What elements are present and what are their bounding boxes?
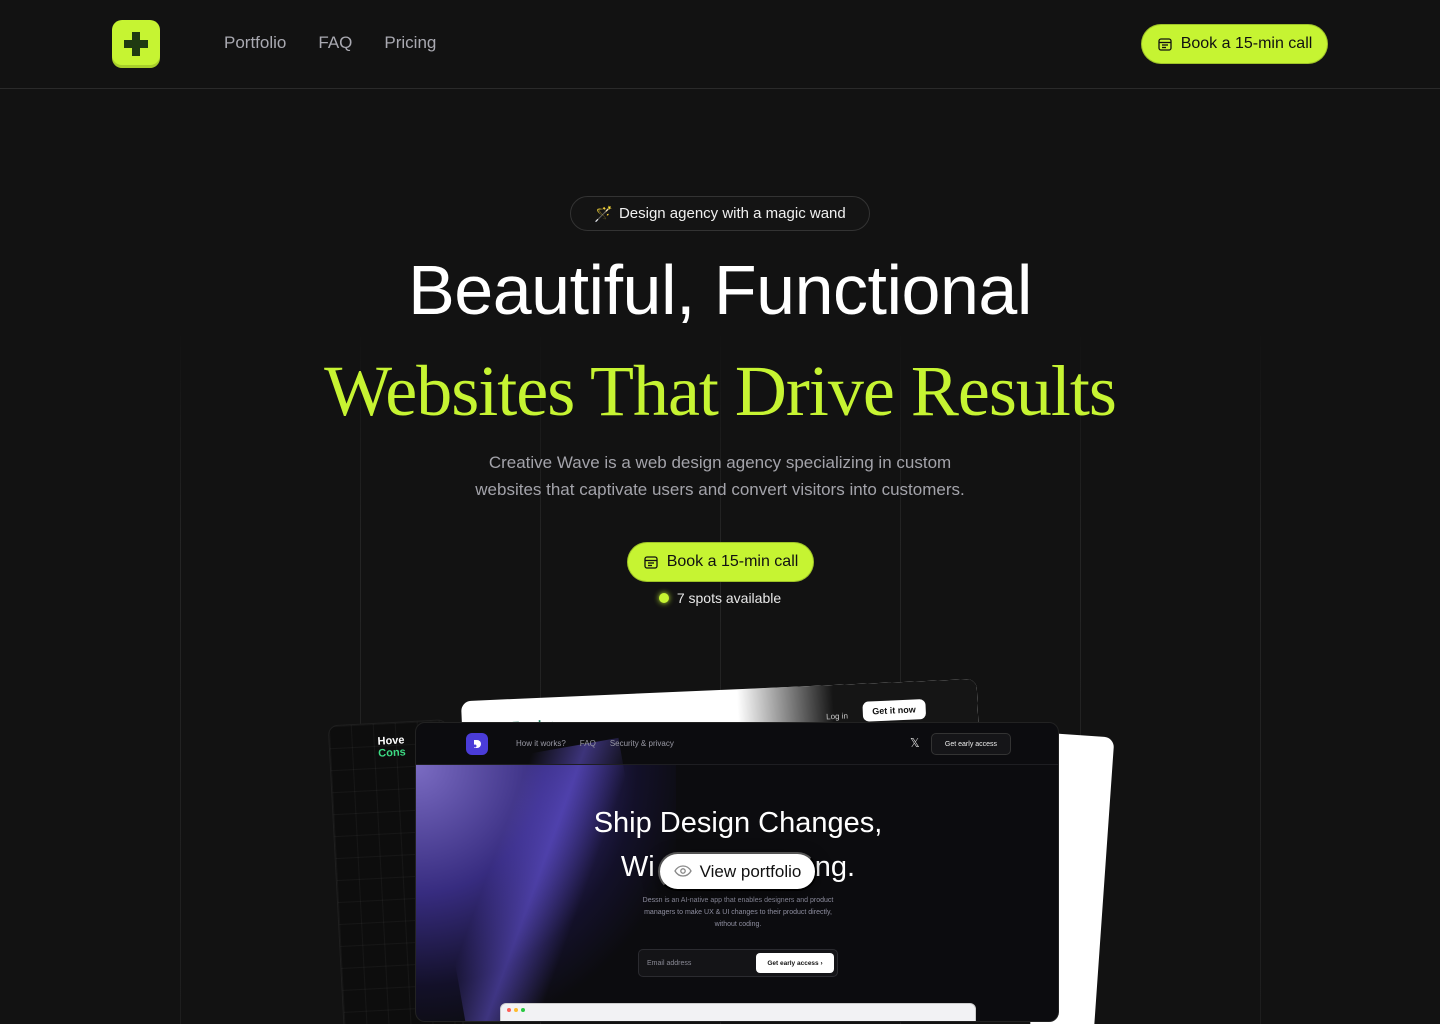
view-portfolio-label: View portfolio [699,861,802,881]
nav-link-pricing[interactable]: Pricing [384,33,436,53]
dessn-nav-faq: FAQ [579,739,596,748]
bg-grid-line [180,330,181,1024]
hove-subtitle: Cons [377,746,407,760]
dessn-nav-security: Security & privacy [609,739,674,748]
calendar-icon [1157,36,1173,52]
eye-icon [673,862,692,882]
foodoo-login: Log in [825,711,849,722]
dessn-description: Dessn is an AI-native app that enables d… [642,897,834,928]
view-portfolio-button[interactable]: View portfolio [658,852,817,891]
hero-badge-text: Design agency with a magic wand [618,205,846,222]
dessn-nav-how: How it works? [516,739,566,748]
hero-subtitle-line2: websites that captivate users and conver… [475,480,965,499]
dessn-headline-end: ng. [814,851,856,883]
spots-available: 7 spots available [0,590,1440,606]
dessn-navbar: How it works? FAQ Security & privacy 𝕏 G… [416,723,1058,765]
nav-links: Portfolio FAQ Pricing [224,33,436,53]
hove-title: Hove Cons [377,734,406,759]
dessn-logo-icon [466,733,488,755]
hero-book-call-label: Book a 15-min call [666,553,799,570]
hero-subtitle-line1: Creative Wave is a web design agency spe… [488,453,952,472]
top-navbar: Portfolio FAQ Pricing Book a 15-min call [0,0,1440,89]
magic-wand-icon: 🪄 [594,205,613,223]
status-dot [658,593,669,603]
dessn-form-button: Get early access › [756,953,834,973]
hero-badge: 🪄 Design agency with a magic wand [570,196,870,231]
dessn-signup-form: Email address Get early access › [638,949,838,977]
traffic-light-red [507,1008,511,1012]
foodoo-get-it-button: Get it now [861,699,927,722]
traffic-light-yellow [514,1008,518,1012]
dessn-early-access-button: Get early access [931,733,1011,755]
dessn-browser-mockup [500,1003,976,1021]
plus-logo-icon[interactable] [112,20,160,68]
spots-text: 7 spots available [676,590,782,606]
hero-title-line1: Beautiful, Functional [408,251,1032,329]
hero-subtitle: Creative Wave is a web design agency spe… [420,449,1020,503]
calendar-icon [643,554,659,570]
book-call-label: Book a 15-min call [1180,35,1313,52]
dessn-headline-line1: Ship Design Changes, [593,807,883,839]
nav-link-portfolio[interactable]: Portfolio [224,33,286,53]
hero-title-line2: Websites That Drive Results [324,351,1117,431]
dessn-email-field: Email address [647,960,692,967]
nav-link-faq[interactable]: FAQ [318,33,352,53]
dessn-nav-links: How it works? FAQ Security & privacy [516,739,674,748]
hero-book-call-button[interactable]: Book a 15-min call [627,542,814,582]
x-logo-icon: 𝕏 [910,736,920,750]
book-call-button[interactable]: Book a 15-min call [1141,24,1328,64]
dessn-headline-start: Wi [620,851,655,883]
traffic-light-green [521,1008,525,1012]
bg-grid-line [1260,330,1261,1024]
